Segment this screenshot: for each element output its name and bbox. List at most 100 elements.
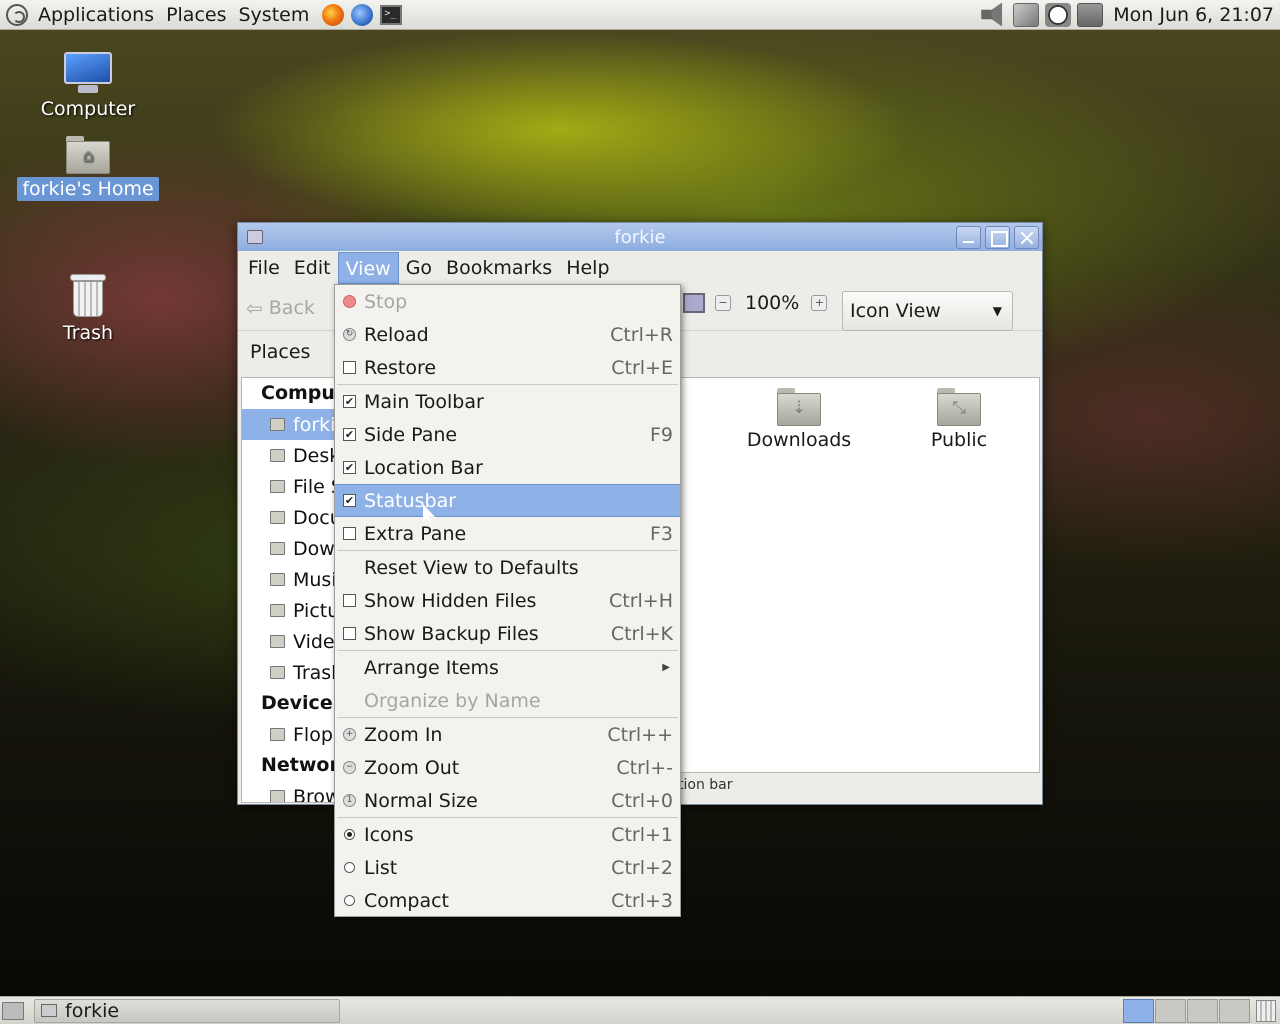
menu-file[interactable]: File [241,252,287,284]
applications-menu[interactable]: Applications [32,4,160,26]
show-desktop-icon[interactable] [2,1001,24,1020]
side-pane: Compu forki Desk File S Docu Dow Musi Pi… [241,377,335,803]
computer-location-icon[interactable] [683,293,705,313]
volume-icon[interactable] [981,2,1003,27]
menu-item-show-hidden-files[interactable]: Show Hidden Files Ctrl+H [335,584,680,617]
sidebar-item-trash[interactable]: Trasl [242,657,334,688]
display-icon[interactable] [1077,2,1104,27]
menu-item-accelerator: Ctrl+0 [611,789,673,812]
firefox-launcher-icon[interactable] [322,3,345,26]
sidebar-item-floppy[interactable]: Flop [242,719,334,750]
menu-item-label: List [364,856,398,879]
file-item-public[interactable]: ⤡ Public [894,388,1024,451]
menu-bookmarks[interactable]: Bookmarks [439,252,559,284]
menu-go[interactable]: Go [399,252,439,284]
workspace-2[interactable] [1155,998,1186,1023]
folder-icon [270,635,285,648]
menu-item-reset-view-to-defaults[interactable]: Reset View to Defaults [335,551,680,584]
zoom-out-icon[interactable]: − [715,295,731,311]
menu-item-accelerator: Ctrl+3 [611,889,673,912]
sidebar-item-pictures[interactable]: Pictu [242,595,334,626]
folder-icon [270,449,285,462]
desktop-icon-home[interactable]: ⌂ forkie's Home [13,136,163,201]
zoom-out-icon: − [343,761,356,774]
radio-unselected-icon [344,862,355,873]
menu-item-label: Restore [364,356,437,379]
zoom-in-icon[interactable]: + [811,295,828,311]
menu-item-zoom-out[interactable]: − Zoom Out Ctrl+- [335,751,680,784]
sidebar-item-music[interactable]: Musi [242,564,334,595]
menu-item-accelerator: Ctrl+R [610,323,673,346]
maximize-button[interactable] [985,225,1010,249]
menu-item-label: Show Hidden Files [364,589,537,612]
file-view[interactable]: s ⇣ Downloads ⤡ Public [654,377,1040,773]
trash-icon [70,274,106,318]
trash-applet-icon[interactable] [1256,999,1276,1022]
menu-item-show-backup-files[interactable]: Show Backup Files Ctrl+K [335,617,680,650]
gnome-logo-icon[interactable] [6,3,28,26]
sidebar-item-desktop[interactable]: Desk [242,440,334,471]
sidebar-item-videos[interactable]: Vide [242,626,334,657]
clock-icon[interactable] [1045,2,1072,27]
menu-view[interactable]: View [337,252,399,284]
places-menu[interactable]: Places [160,4,232,26]
menu-edit[interactable]: Edit [287,252,338,284]
window-titlebar[interactable]: forkie [238,223,1042,251]
minimize-button[interactable] [956,225,981,249]
sidebar-section-network: Networ [261,754,335,776]
sidebar-item-browse-network[interactable]: Brow [242,781,334,802]
menu-item-stop: Stop [335,285,680,318]
trash-icon [270,666,285,679]
back-button[interactable]: ⇦ Back [246,296,315,320]
menu-item-accelerator: Ctrl++ [607,723,673,746]
system-menu[interactable]: System [232,4,315,26]
menu-item-zoom-in[interactable]: + Zoom In Ctrl++ [335,718,680,751]
workspace-3[interactable] [1187,998,1218,1023]
file-item-downloads[interactable]: ⇣ Downloads [734,388,864,451]
desktop-icon-computer[interactable]: Computer [13,52,163,121]
checkbox-checked-icon: ✔ [343,428,356,441]
desktop-icon-trash[interactable]: Trash [13,274,163,345]
menu-item-arrange-items[interactable]: Arrange Items ▶ [335,651,680,684]
view-mode-select[interactable]: Icon View ▼ [842,291,1013,331]
menu-item-side-pane[interactable]: ✔ Side Pane F9 [335,418,680,451]
sidebar-item-home[interactable]: forki [242,409,334,440]
menu-item-normal-size[interactable]: 1 Normal Size Ctrl+0 [335,784,680,817]
menu-item-location-bar[interactable]: ✔ Location Bar [335,451,680,484]
workspace-1[interactable] [1123,998,1154,1023]
workspace-switcher [1122,998,1250,1023]
window-menu-icon[interactable] [247,230,263,244]
taskbar-button-forkie[interactable]: forkie [34,998,340,1023]
checkbox-checked-icon: ✔ [343,395,356,408]
menu-item-statusbar[interactable]: ✔ Statusbar [335,484,680,517]
sidebar-item-label: forki [293,413,335,436]
menu-item-indicator: ✔ [335,461,364,474]
zoom-level[interactable]: 100% [745,292,799,314]
file-item-label: Public [930,429,988,451]
menu-item-indicator: 1 [335,794,364,807]
menu-item-accelerator: F9 [649,423,673,446]
menu-item-list[interactable]: List Ctrl+2 [335,851,680,884]
menu-item-restore[interactable]: Restore Ctrl+E [335,351,680,384]
thunderbird-launcher-icon[interactable] [351,3,374,26]
menu-item-main-toolbar[interactable]: ✔ Main Toolbar [335,385,680,418]
close-button[interactable] [1014,225,1039,249]
menu-item-reload[interactable]: ↻ Reload Ctrl+R [335,318,680,351]
view-mode-value: Icon View [850,300,941,322]
network-icon[interactable] [1013,2,1040,27]
menu-item-extra-pane[interactable]: Extra Pane F3 [335,517,680,550]
sidebar-item-downloads[interactable]: Dow [242,533,334,564]
sidebar-item-label: Desk [293,444,334,467]
menu-item-compact[interactable]: Compact Ctrl+3 [335,884,680,917]
sidebar-item-documents[interactable]: Docu [242,502,334,533]
menu-item-icons[interactable]: Icons Ctrl+1 [335,818,680,851]
menu-help[interactable]: Help [559,252,616,284]
drive-icon [270,480,285,493]
menu-item-accelerator: Ctrl+K [610,622,673,645]
menu-item-indicator [335,361,364,374]
side-pane-title[interactable]: Places [250,341,310,363]
clock[interactable]: Mon Jun 6, 21:07 [1113,4,1274,26]
workspace-4[interactable] [1219,998,1250,1023]
terminal-launcher-icon[interactable]: >_ [380,4,403,25]
sidebar-item-filesystem[interactable]: File S [242,471,334,502]
